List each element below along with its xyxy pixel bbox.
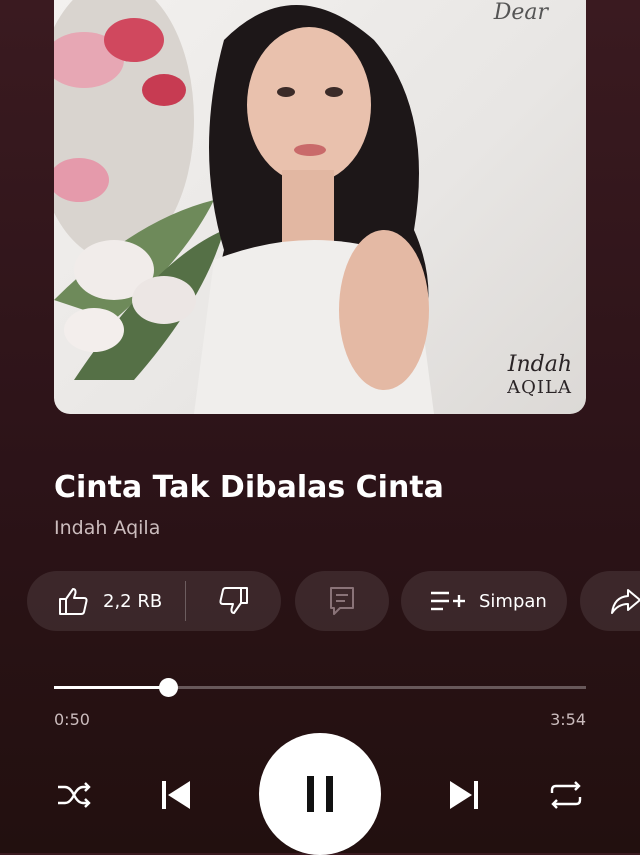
shuffle-button[interactable] [54, 775, 94, 815]
album-art-signature-caps: AQILA [507, 377, 572, 398]
skip-next-icon [450, 781, 478, 809]
comment-button[interactable] [295, 571, 389, 631]
pause-button[interactable] [259, 733, 381, 855]
playlist-add-icon [431, 591, 465, 611]
repeat-icon [550, 781, 582, 809]
comment-icon [330, 587, 354, 615]
album-art-signature-script: Indah [507, 352, 572, 377]
skip-previous-icon [162, 781, 190, 809]
previous-button[interactable] [156, 775, 196, 815]
progress-fill [54, 686, 168, 689]
shuffle-icon [58, 782, 91, 808]
share-button[interactable] [580, 571, 640, 631]
thumbs-down-icon [218, 587, 248, 614]
save-button[interactable]: Simpan [401, 571, 567, 631]
pause-icon [307, 776, 333, 812]
current-time: 0:50 [54, 710, 90, 729]
repeat-button[interactable] [546, 775, 586, 815]
artist-name[interactable]: Indah Aqila [54, 517, 160, 539]
like-dislike-group: 2,2 RB [27, 571, 281, 631]
total-time: 3:54 [550, 710, 586, 729]
album-art: Dear Indah AQILA [54, 0, 586, 414]
progress-thumb[interactable] [158, 678, 178, 697]
share-icon [611, 589, 640, 614]
save-label: Simpan [479, 590, 547, 612]
like-count: 2,2 RB [103, 590, 163, 612]
thumbs-up-icon [59, 588, 88, 615]
song-title: Cinta Tak Dibalas Cinta [54, 470, 444, 505]
album-art-signature: Indah AQILA [507, 352, 572, 398]
progress-track[interactable] [54, 678, 586, 697]
album-art-top-script: Dear [493, 0, 548, 25]
next-button[interactable] [444, 775, 484, 815]
dislike-button[interactable] [186, 571, 281, 631]
like-button[interactable]: 2,2 RB [27, 571, 185, 631]
